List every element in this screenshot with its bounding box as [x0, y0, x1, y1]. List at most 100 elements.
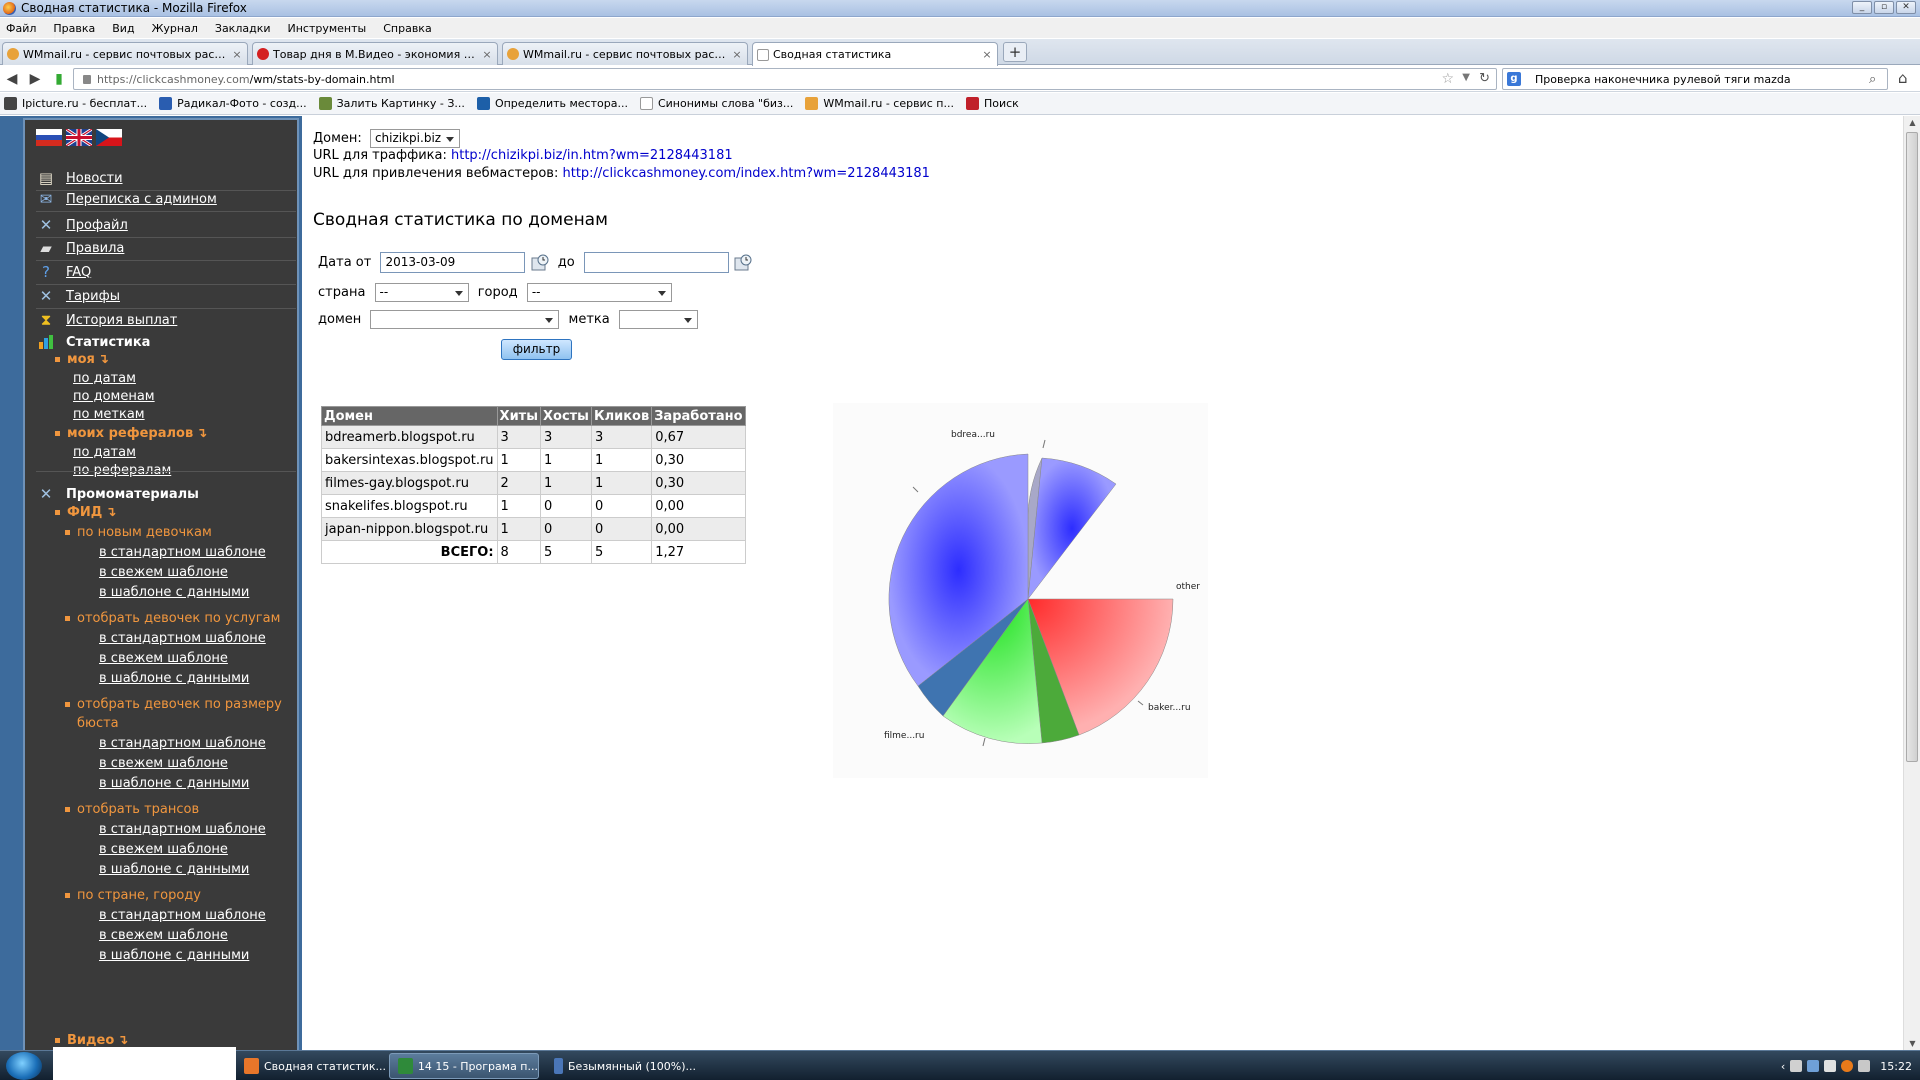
sidebar-item-label[interactable]: Правила: [66, 241, 124, 256]
start-button[interactable]: [6, 1052, 42, 1080]
sidebar-link[interactable]: по датам: [73, 371, 136, 386]
sidebar-link[interactable]: в свежем шаблоне: [99, 928, 228, 943]
menu-tools[interactable]: Инструменты: [288, 22, 367, 35]
tray-app-icon[interactable]: [1807, 1060, 1820, 1072]
tab-close-icon[interactable]: ×: [981, 48, 993, 61]
sidebar-link[interactable]: по датам: [73, 445, 136, 460]
filter-button[interactable]: фильтр: [501, 339, 572, 360]
sidebar-link[interactable]: в стандартном шаблоне: [99, 822, 266, 837]
google-icon[interactable]: g: [1507, 72, 1521, 86]
sidebar-link[interactable]: в шаблоне с данными: [99, 671, 249, 686]
scroll-down-arrow-icon[interactable]: ▼: [1907, 1039, 1918, 1048]
sidebar-link[interactable]: в стандартном шаблоне: [99, 736, 266, 751]
stats-mine[interactable]: моя ↴: [55, 352, 109, 367]
sidebar-link[interactable]: в шаблоне с данными: [99, 585, 249, 600]
sidebar-link[interactable]: в свежем шаблоне: [99, 756, 228, 771]
sidebar-item-label[interactable]: FAQ: [66, 265, 91, 280]
promo-template-link[interactable]: в свежем шаблоне: [99, 565, 228, 580]
promo-template-link[interactable]: в стандартном шаблоне: [99, 908, 266, 923]
sidebar-item-tariffs[interactable]: ✕ Тарифы: [36, 287, 120, 305]
sidebar-link[interactable]: в свежем шаблоне: [99, 565, 228, 580]
date-from-input[interactable]: 2013-03-09: [380, 252, 526, 273]
sidebar-link[interactable]: в стандартном шаблоне: [99, 631, 266, 646]
promo-video[interactable]: Видео ↴: [55, 1033, 128, 1048]
menu-view[interactable]: Вид: [112, 22, 134, 35]
back-arrow-icon[interactable]: ◀: [3, 70, 21, 88]
sidebar-link[interactable]: в свежем шаблоне: [99, 651, 228, 666]
menu-help[interactable]: Справка: [383, 22, 431, 35]
promo-template-link[interactable]: в шаблоне с данными: [99, 585, 249, 600]
sidebar-item-news[interactable]: ▤ Новости: [36, 169, 123, 187]
sidebar-link[interactable]: в шаблоне с данными: [99, 948, 249, 963]
tab-close-icon[interactable]: ×: [731, 48, 743, 61]
maximize-button[interactable]: ▫: [1874, 1, 1894, 14]
uk-flag-icon[interactable]: [66, 129, 92, 146]
sidebar-link[interactable]: по доменам: [73, 389, 155, 404]
sidebar-link[interactable]: в шаблоне с данными: [99, 776, 249, 791]
sidebar-link[interactable]: в свежем шаблоне: [99, 842, 228, 857]
sidebar-link[interactable]: в стандартном шаблоне: [99, 908, 266, 923]
calendar-picker-icon[interactable]: [733, 253, 753, 273]
promo-template-link[interactable]: в шаблоне с данными: [99, 948, 249, 963]
promo-template-link[interactable]: в стандартном шаблоне: [99, 545, 266, 560]
scroll-thumb[interactable]: [1906, 132, 1918, 762]
promo-template-link[interactable]: в шаблоне с данными: [99, 671, 249, 686]
webmaster-url-link[interactable]: http://clickcashmoney.com/index.htm?wm=2…: [562, 166, 929, 181]
home-icon[interactable]: ⌂: [1898, 69, 1908, 87]
traffic-url-link[interactable]: http://chizikpi.biz/in.htm?wm=2128443181: [451, 148, 733, 163]
sidebar-link[interactable]: в стандартном шаблоне: [99, 545, 266, 560]
sidebar-item-label[interactable]: Переписка с админом: [66, 192, 217, 207]
tag-select[interactable]: [618, 310, 698, 329]
taskbar-item[interactable]: Безымянный (100%)...: [546, 1053, 696, 1079]
promo-group[interactable]: по новым девочкам: [65, 525, 212, 540]
search-bar[interactable]: g Проверка наконечника рулевой тяги mazd…: [1502, 68, 1888, 90]
promo-template-link[interactable]: в шаблоне с данными: [99, 862, 249, 877]
sidebar-item-label[interactable]: История выплат: [66, 313, 177, 328]
promo-template-link[interactable]: в свежем шаблоне: [99, 928, 228, 943]
menu-file[interactable]: Файл: [6, 22, 36, 35]
close-window-button[interactable]: ✕: [1896, 1, 1916, 14]
vertical-scrollbar[interactable]: ▲ ▼: [1903, 116, 1920, 1050]
promo-group[interactable]: отобрать девочек по размеру: [65, 697, 282, 712]
taskbar-item[interactable]: Сводная статистик...: [236, 1053, 386, 1079]
stats-referrals[interactable]: моих рефералов ↴: [55, 426, 207, 441]
sidebar-link[interactable]: по меткам: [73, 407, 145, 422]
scroll-up-arrow-icon[interactable]: ▲: [1907, 118, 1918, 127]
stats-mine-link[interactable]: по меткам: [73, 407, 145, 422]
promo-feed[interactable]: ФИД ↴: [55, 505, 116, 520]
tray-firefox-icon[interactable]: [1841, 1060, 1854, 1072]
czech-flag-icon[interactable]: [96, 129, 122, 146]
tab-summary-stats[interactable]: Сводная статистика ×: [752, 42, 998, 66]
clock[interactable]: 15:22: [1880, 1060, 1912, 1073]
bookmark-item[interactable]: WMmail.ru - сервис п...: [805, 97, 954, 110]
stats-mine-link[interactable]: по датам: [73, 371, 136, 386]
bookmark-item[interactable]: Синонимы слова "биз...: [639, 97, 793, 110]
promo-template-link[interactable]: в шаблоне с данными: [99, 776, 249, 791]
tab-close-icon[interactable]: ×: [231, 48, 243, 61]
bookmark-item[interactable]: Радикал-Фото - созд...: [159, 97, 307, 110]
bookmark-item[interactable]: Поиск: [965, 97, 1019, 110]
sidebar-item-profile[interactable]: ✕ Профайл: [36, 216, 128, 234]
tray-expand-icon[interactable]: ‹: [1781, 1060, 1785, 1073]
date-to-input[interactable]: [583, 252, 729, 273]
menu-bookmarks[interactable]: Закладки: [215, 22, 271, 35]
new-tab-button[interactable]: +: [1003, 42, 1027, 62]
sidebar-item-rules[interactable]: ▰ Правила: [36, 239, 124, 257]
menu-edit[interactable]: Правка: [53, 22, 95, 35]
tab-wmmail-1[interactable]: WMmail.ru - сервис почтовых рассылок... …: [2, 42, 248, 65]
url-dropdown-icon[interactable]: ▼: [1462, 72, 1470, 83]
country-select[interactable]: --: [374, 283, 469, 302]
promo-template-link[interactable]: в стандартном шаблоне: [99, 631, 266, 646]
sidebar-item-messages[interactable]: ✉ Переписка с админом: [36, 190, 217, 208]
promo-template-link[interactable]: в стандартном шаблоне: [99, 736, 266, 751]
address-bar[interactable]: https://clickcashmoney.com/wm/stats-by-d…: [73, 68, 1497, 90]
bookmark-item[interactable]: Ipicture.ru - бесплат...: [4, 97, 147, 110]
tray-app-icon[interactable]: [1824, 1060, 1837, 1072]
forward-arrow-icon[interactable]: ▶: [26, 70, 44, 88]
taskbar-item[interactable]: 14 15 - Програма п...: [389, 1053, 539, 1079]
reload-icon[interactable]: ↻: [1479, 71, 1490, 86]
stats-mine-link[interactable]: по доменам: [73, 389, 155, 404]
promo-group[interactable]: отобрать девочек по услугам: [65, 611, 280, 626]
url-text[interactable]: https://clickcashmoney.com/wm/stats-by-d…: [97, 73, 395, 86]
search-query[interactable]: Проверка наконечника рулевой тяги mazda: [1525, 73, 1869, 86]
